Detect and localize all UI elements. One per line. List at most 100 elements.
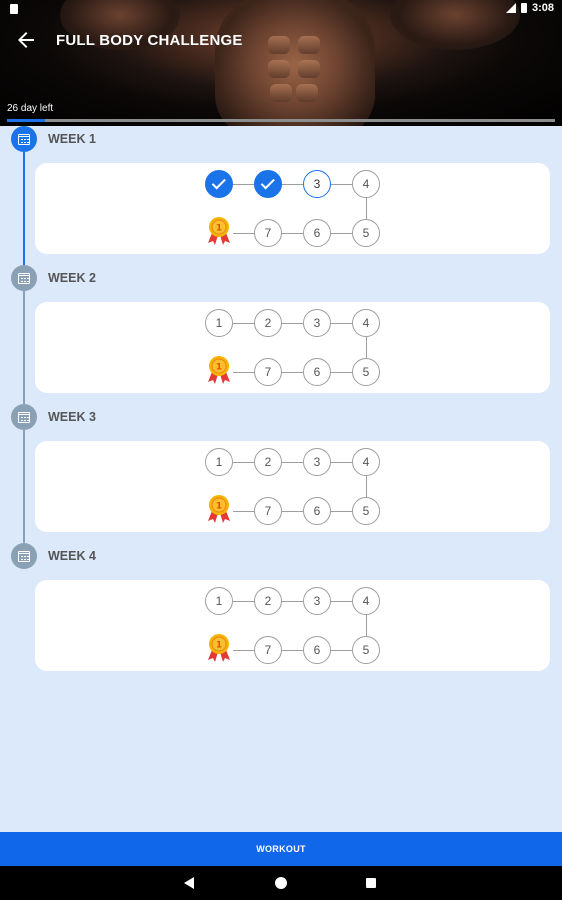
day-connector xyxy=(233,601,254,602)
day-circle[interactable]: 5 xyxy=(352,219,380,247)
day-circle[interactable]: 5 xyxy=(352,636,380,664)
system-nav-bar xyxy=(0,866,562,900)
day-number: 6 xyxy=(313,643,321,657)
day-connector xyxy=(331,650,352,651)
day-connector xyxy=(282,511,303,512)
day-connector xyxy=(233,462,254,463)
day-connector xyxy=(282,184,303,185)
svg-text:1: 1 xyxy=(216,224,222,234)
day-connector xyxy=(366,615,367,636)
day-circle[interactable]: 7 xyxy=(254,358,282,386)
calendar-icon xyxy=(18,133,30,145)
day-connector xyxy=(331,184,352,185)
day-number: 2 xyxy=(264,594,272,608)
week-label: WEEK 1 xyxy=(48,132,96,146)
day-number: 7 xyxy=(264,365,272,379)
status-bar: 3:08 xyxy=(0,0,562,20)
day-number: 5 xyxy=(362,226,370,240)
day-circle[interactable]: 6 xyxy=(303,497,331,525)
nav-recents-icon[interactable] xyxy=(366,878,376,888)
day-number: 7 xyxy=(264,226,272,240)
day-circle[interactable]: 7 xyxy=(254,636,282,664)
day-number: 3 xyxy=(313,455,321,469)
day-circle[interactable]: 6 xyxy=(303,636,331,664)
day-number: 2 xyxy=(264,455,272,469)
day-connector xyxy=(282,650,303,651)
timeline-connector xyxy=(23,430,25,543)
nav-back-icon[interactable] xyxy=(184,877,194,889)
day-number: 6 xyxy=(313,365,321,379)
day-circle[interactable]: 7 xyxy=(254,219,282,247)
day-connector xyxy=(282,233,303,234)
workout-button[interactable]: WORKOUT xyxy=(0,832,562,866)
day-circle[interactable]: 2 xyxy=(254,448,282,476)
day-circle[interactable]: 1 xyxy=(205,587,233,615)
day-circle[interactable]: 3 xyxy=(303,170,331,198)
day-circle[interactable]: 4 xyxy=(352,309,380,337)
medal-icon: 1 xyxy=(206,494,232,524)
day-connector xyxy=(366,476,367,497)
banner-image-detail xyxy=(298,60,320,78)
day-number: 5 xyxy=(362,504,370,518)
medal-icon: 1 xyxy=(206,633,232,663)
checkmark-icon xyxy=(260,174,275,189)
timeline-connector xyxy=(23,291,25,404)
banner-image-detail xyxy=(270,84,292,102)
day-circle[interactable]: 3 xyxy=(303,587,331,615)
day-circle[interactable] xyxy=(205,170,233,198)
day-connector xyxy=(331,233,352,234)
day-connector xyxy=(233,372,254,373)
battery-icon xyxy=(520,3,527,13)
day-circle[interactable]: 5 xyxy=(352,497,380,525)
day-number: 5 xyxy=(362,643,370,657)
nav-home-icon[interactable] xyxy=(275,877,287,889)
signal-icon xyxy=(505,3,516,13)
day-number: 6 xyxy=(313,226,321,240)
week-card: 3 4 7 6 5 1 xyxy=(35,163,550,254)
challenge-progress-bar xyxy=(7,119,555,122)
calendar-icon xyxy=(18,411,30,423)
day-connector xyxy=(233,511,254,512)
day-connector xyxy=(366,337,367,358)
day-circle[interactable]: 6 xyxy=(303,219,331,247)
status-right: 3:08 xyxy=(505,2,554,14)
day-connector xyxy=(331,462,352,463)
day-circle[interactable]: 6 xyxy=(303,358,331,386)
medal-icon: 1 xyxy=(206,216,232,246)
header-banner: 3:08 FULL BODY CHALLENGE 26 day left xyxy=(0,0,562,126)
day-number: 7 xyxy=(264,504,272,518)
day-circle[interactable] xyxy=(254,170,282,198)
day-circle[interactable]: 4 xyxy=(352,587,380,615)
back-arrow-icon[interactable] xyxy=(14,28,38,52)
day-circle[interactable]: 3 xyxy=(303,448,331,476)
week-card: 1 2 3 4 7 6 5 1 xyxy=(35,302,550,393)
day-number: 4 xyxy=(362,594,370,608)
day-number: 4 xyxy=(362,455,370,469)
svg-text:1: 1 xyxy=(216,641,222,651)
day-circle[interactable]: 4 xyxy=(352,448,380,476)
day-connector xyxy=(366,198,367,219)
day-connector xyxy=(233,323,254,324)
day-circle[interactable]: 1 xyxy=(205,309,233,337)
day-circle[interactable]: 1 xyxy=(205,448,233,476)
day-connector xyxy=(282,601,303,602)
week-label: WEEK 2 xyxy=(48,271,96,285)
day-number: 3 xyxy=(313,594,321,608)
day-connector xyxy=(233,184,254,185)
week-label: WEEK 3 xyxy=(48,410,96,424)
day-number: 1 xyxy=(215,594,223,608)
checkmark-icon xyxy=(211,174,226,189)
day-circle[interactable]: 2 xyxy=(254,309,282,337)
day-connector xyxy=(233,233,254,234)
day-circle[interactable]: 2 xyxy=(254,587,282,615)
day-number: 6 xyxy=(313,504,321,518)
day-circle[interactable]: 3 xyxy=(303,309,331,337)
day-number: 3 xyxy=(313,177,321,191)
day-circle[interactable]: 5 xyxy=(352,358,380,386)
day-number: 1 xyxy=(215,455,223,469)
day-circle[interactable]: 7 xyxy=(254,497,282,525)
day-circle[interactable]: 4 xyxy=(352,170,380,198)
week-calendar-icon xyxy=(11,543,37,569)
day-connector xyxy=(282,462,303,463)
day-connector xyxy=(282,372,303,373)
